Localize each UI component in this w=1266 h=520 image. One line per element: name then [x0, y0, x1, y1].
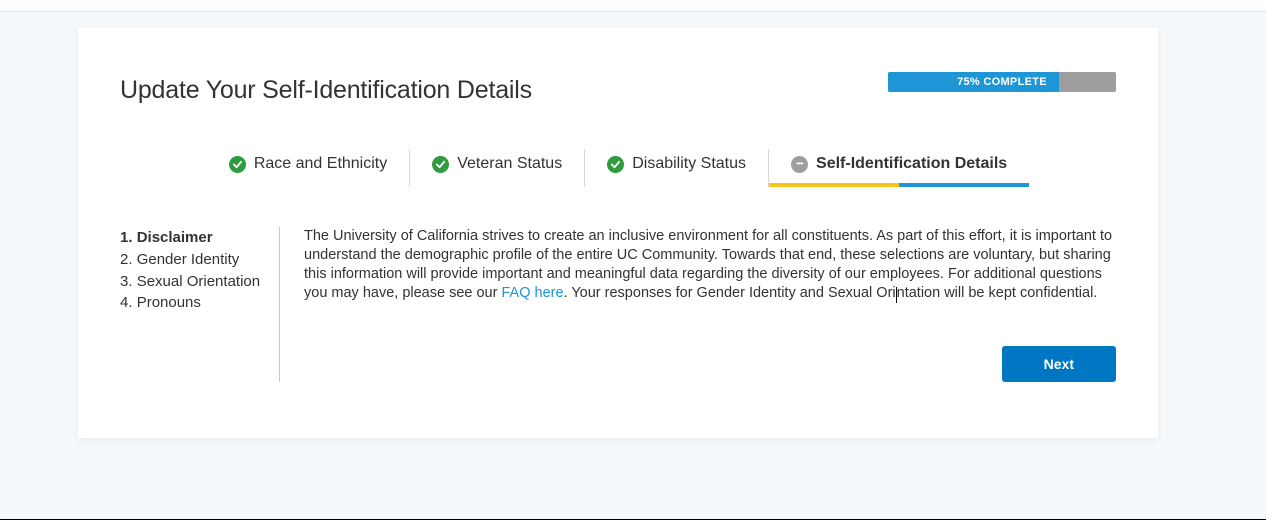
ellipsis-icon — [791, 156, 808, 173]
content-area: The University of California strives to … — [280, 227, 1116, 382]
tab-label: Self-Identification Details — [816, 155, 1007, 173]
step-sidebar: Disclaimer Gender Identity Sexual Orient… — [120, 227, 280, 382]
faq-link[interactable]: FAQ here — [501, 285, 563, 301]
next-button[interactable]: Next — [1002, 346, 1116, 382]
wizard-tabs: Race and Ethnicity Veteran Status Disabi… — [120, 149, 1116, 187]
tab-label: Veteran Status — [457, 155, 562, 173]
check-icon — [432, 156, 449, 173]
sidebar-item-sexual-orientation[interactable]: Sexual Orientation — [120, 271, 263, 293]
page-title: Update Your Self-Identification Details — [120, 76, 532, 105]
sidebar-item-disclaimer[interactable]: Disclaimer — [120, 227, 263, 249]
active-tab-underline — [769, 183, 1029, 187]
text-cursor-icon — [896, 287, 897, 303]
disclaimer-text: The University of California strives to … — [304, 227, 1116, 304]
progress-label: 75% COMPLETE — [888, 72, 1116, 92]
sidebar-item-pronouns[interactable]: Pronouns — [120, 292, 263, 314]
tab-disability-status[interactable]: Disability Status — [585, 149, 769, 187]
tab-veteran-status[interactable]: Veteran Status — [410, 149, 585, 187]
check-icon — [607, 156, 624, 173]
tab-race-ethnicity[interactable]: Race and Ethnicity — [207, 149, 410, 187]
tab-self-identification[interactable]: Self-Identification Details — [769, 149, 1029, 187]
tab-label: Race and Ethnicity — [254, 155, 387, 173]
tab-label: Disability Status — [632, 155, 746, 173]
check-icon — [229, 156, 246, 173]
progress-bar: 75% COMPLETE — [888, 72, 1116, 92]
sidebar-item-gender-identity[interactable]: Gender Identity — [120, 249, 263, 271]
main-card: Update Your Self-Identification Details … — [78, 28, 1158, 438]
